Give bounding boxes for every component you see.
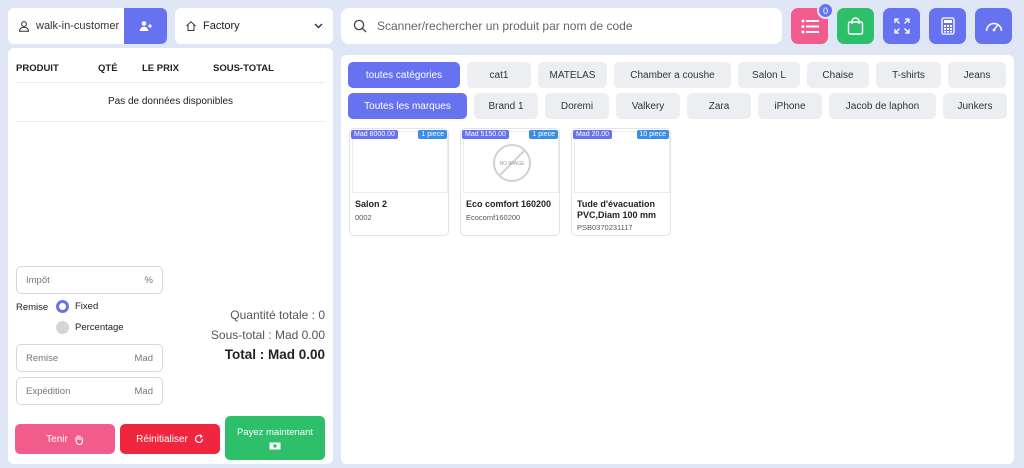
home-icon [186, 21, 196, 31]
product-card[interactable]: NO IMAGE Mad 5150.00 1 piece Eco comfort… [460, 128, 560, 236]
discount-label: Remise [16, 302, 49, 313]
discount-field[interactable]: Remise Mad [16, 344, 163, 372]
customer-select[interactable]: walk-in-customer [8, 20, 124, 32]
customer-name: walk-in-customer [36, 20, 120, 32]
category-chip[interactable]: T-shirts [876, 62, 941, 88]
product-card[interactable]: Mad 8000.00 1 piece Salon 2 0002 [349, 128, 449, 236]
category-filters: toutes catégories cat1 MATELAS Chamber a… [348, 62, 1006, 88]
calculator-button[interactable] [929, 8, 966, 44]
speedometer-icon [985, 22, 1002, 32]
no-image-icon: NO IMAGE [493, 144, 531, 182]
search-icon [353, 19, 367, 33]
brand-chip[interactable]: iPhone [758, 93, 822, 119]
bag-button[interactable] [837, 8, 874, 44]
no-image-text: NO IMAGE [499, 161, 525, 167]
search-input[interactable] [377, 19, 757, 33]
category-chip[interactable]: MATELAS [538, 62, 607, 88]
shipping-field[interactable]: Expédition Mad [16, 377, 163, 405]
subtotal: Sous-total : Mad 0.00 [210, 328, 325, 342]
product-code: 0002 [355, 213, 372, 222]
discount-percentage-option[interactable]: Percentage [56, 321, 124, 334]
price-badge: Mad 5150.00 [462, 130, 509, 139]
discount-unit: Mad [134, 352, 153, 364]
price-badge: Mad 8000.00 [351, 130, 398, 139]
cash-icon [269, 442, 281, 449]
hold-button[interactable]: Tenir [15, 424, 115, 454]
stock-badge: 10 piece [636, 130, 669, 139]
product-code: PSB0370231117 [577, 223, 633, 232]
calculator-icon [940, 17, 955, 35]
reset-label: Réinitialiser [136, 433, 188, 445]
radio-selected[interactable] [56, 300, 69, 313]
product-image: NO IMAGE [463, 131, 559, 193]
catalog-panel: toutes catégories cat1 MATELAS Chamber a… [341, 55, 1014, 464]
tax-field[interactable]: Impôt % [16, 266, 163, 294]
shipping-unit: Mad [134, 385, 153, 397]
col-qty: QTÉ [98, 63, 118, 74]
add-customer-button[interactable] [124, 8, 167, 44]
shipping-placeholder: Expédition [26, 385, 71, 397]
add-user-icon [139, 21, 152, 31]
product-name: Tude d'évacuation PVC,Diam 100 mm [577, 199, 657, 220]
radio-unselected[interactable] [56, 321, 69, 334]
col-product: PRODUIT [16, 63, 59, 74]
brand-chip[interactable]: Jacob de laphon [829, 93, 936, 119]
empty-message: Pas de données disponibles [107, 96, 234, 107]
price-badge: Mad 20.00 [573, 130, 613, 139]
product-search[interactable] [341, 8, 782, 44]
category-chip[interactable]: cat1 [467, 62, 531, 88]
brand-chip[interactable]: Junkers [943, 93, 1007, 119]
user-icon [18, 21, 30, 32]
total-quantity: Quantité totale : 0 [230, 308, 325, 322]
stock-badge: 1 piece [529, 130, 558, 139]
product-card[interactable]: Mad 20.00 10 piece Tude d'évacuation PVC… [571, 128, 671, 236]
grand-total: Total : Mad 0.00 [224, 347, 325, 362]
divider [16, 82, 325, 83]
divider [16, 121, 325, 122]
brand-chip[interactable]: Brand 1 [474, 93, 538, 119]
brand-chip[interactable]: Valkery [616, 93, 680, 119]
percentage-label: Percentage [75, 322, 124, 333]
customer-selector[interactable]: walk-in-customer [8, 8, 167, 44]
brand-chip-all[interactable]: Toutes les marques [348, 93, 467, 119]
list-button[interactable]: 0 [791, 2, 834, 44]
brand-chip[interactable]: Doremi [545, 93, 609, 119]
pay-now-button[interactable]: Payez maintenant [225, 416, 325, 460]
stock-badge: 1 piece [418, 130, 447, 139]
category-chip[interactable]: Jeans [948, 62, 1006, 88]
fullscreen-icon [893, 18, 910, 34]
col-price: LE PRIX [142, 63, 179, 74]
pay-label: Payez maintenant [236, 426, 314, 438]
product-name: Eco comfort 160200 [466, 199, 552, 209]
category-chip-all[interactable]: toutes catégories [348, 62, 460, 88]
tax-unit: % [144, 274, 153, 286]
shopping-bag-icon [847, 17, 864, 35]
dashboard-button[interactable] [975, 8, 1012, 44]
product-image [574, 131, 670, 193]
warehouse-select[interactable]: Factory [175, 8, 333, 44]
cart-panel: PRODUIT QTÉ LE PRIX SOUS-TOTAL Pas de do… [8, 48, 333, 464]
product-name: Salon 2 [355, 199, 388, 209]
discount-placeholder: Remise [26, 352, 59, 364]
category-chip[interactable]: Chamber a coushe [614, 62, 731, 88]
brand-chip[interactable]: Zara [687, 93, 751, 119]
hold-label: Tenir [46, 433, 68, 445]
category-chip[interactable]: Salon L [738, 62, 800, 88]
warehouse-label: Factory [203, 20, 240, 32]
category-chip[interactable]: Chaise [807, 62, 869, 88]
chevron-down-icon [314, 23, 323, 29]
hand-icon [75, 434, 83, 445]
col-subtotal: SOUS-TOTAL [213, 63, 274, 74]
fullscreen-button[interactable] [883, 8, 920, 44]
list-badge: 0 [817, 2, 834, 19]
product-image [352, 131, 448, 193]
brand-filters: Toutes les marques Brand 1 Doremi Valker… [348, 93, 1007, 119]
product-code: Ecocomf160200 [466, 213, 521, 222]
fixed-label: Fixed [75, 301, 99, 312]
refresh-icon [194, 434, 203, 444]
reset-button[interactable]: Réinitialiser [120, 424, 220, 454]
tax-placeholder: Impôt [26, 274, 50, 286]
list-icon [801, 19, 819, 33]
discount-fixed-option[interactable]: Fixed [56, 300, 98, 313]
